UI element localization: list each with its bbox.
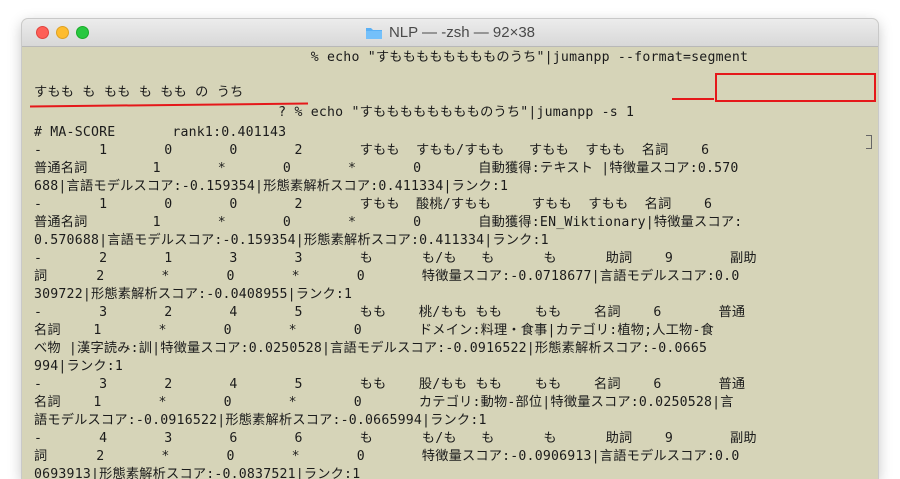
window-title-area: NLP — -zsh — 92×38	[22, 19, 878, 46]
terminal-line: 0693913|形態素解析スコア:-0.0837521|ランク:1	[34, 467, 361, 479]
terminal-line: 名詞 1 * 0 * 0 カテゴリ:動物-部位|特徴量スコア:0.0250528…	[34, 395, 734, 410]
terminal-line: ? % echo "すもももももももものうち"|jumanpp -s 1	[34, 105, 635, 120]
terminal-line: 詞 2 * 0 * 0 特徴量スコア:-0.0718677|言語モデルスコア:0…	[34, 269, 740, 284]
terminal-content[interactable]: % echo "すもももももももものうち"|jumanpp --format=s…	[22, 47, 878, 479]
terminal-line: 309722|形態素解析スコア:-0.0408955|ランク:1	[34, 287, 353, 302]
folder-icon	[365, 26, 383, 40]
window-title: NLP — -zsh — 92×38	[388, 24, 536, 41]
terminal-line: べ物 |漢字読み:訓|特徴量スコア:0.0250528|言語モデルスコア:-0.…	[34, 341, 708, 356]
terminal-line: 0.570688|言語モデルスコア:-0.159354|形態素解析スコア:0.4…	[34, 233, 549, 248]
terminal-line: # MA-SCORE rank1:0.401143	[34, 125, 287, 140]
annotation-box-format-segment	[715, 73, 876, 102]
terminal-line: 名詞 1 * 0 * 0 ドメイン:料理・食事|カテゴリ:植物;人工物-食	[34, 323, 714, 338]
terminal-line: 詞 2 * 0 * 0 特徴量スコア:-0.0906913|言語モデルスコア:0…	[34, 449, 740, 464]
terminal-line: % echo "すもももももももものうち"|jumanpp --format=s…	[34, 50, 749, 65]
terminal-line: - 3 2 4 5 もも 桃/もも もも もも 名詞 6 普通	[34, 305, 746, 320]
terminal-window: NLP — -zsh — 92×38 % echo "すもももももももものうち"…	[22, 19, 878, 479]
terminal-line: - 3 2 4 5 もも 股/もも もも もも 名詞 6 普通	[34, 377, 746, 392]
terminal-line: - 2 1 3 3 も も/も も も 助詞 9 副助	[34, 251, 757, 266]
terminal-line: - 1 0 0 2 すもも すもも/すもも すもも すもも 名詞 6	[34, 143, 710, 158]
terminal-line: すもも も もも も もも の うち	[34, 85, 244, 100]
terminal-line: - 1 0 0 2 すもも 酸桃/すもも すもも すもも 名詞 6	[34, 197, 713, 212]
annotation-underline-jumanpp	[672, 98, 714, 100]
terminal-line: - 4 3 6 6 も も/も も も 助詞 9 副助	[34, 431, 757, 446]
title-bar: NLP — -zsh — 92×38	[22, 19, 878, 47]
scroll-marker-icon	[866, 135, 872, 149]
terminal-line: 普通名詞 1 * 0 * 0 自動獲得:EN_Wiktionary|特徴量スコア…	[34, 215, 743, 230]
terminal-line: 688|言語モデルスコア:-0.159354|形態素解析スコア:0.411334…	[34, 179, 509, 194]
terminal-line: 普通名詞 1 * 0 * 0 自動獲得:テキスト |特徴量スコア:0.570	[34, 161, 739, 176]
terminal-line: 994|ランク:1	[34, 359, 123, 374]
terminal-line: 語モデルスコア:-0.0916522|形態素解析スコア:-0.0665994|ラ…	[34, 413, 487, 428]
